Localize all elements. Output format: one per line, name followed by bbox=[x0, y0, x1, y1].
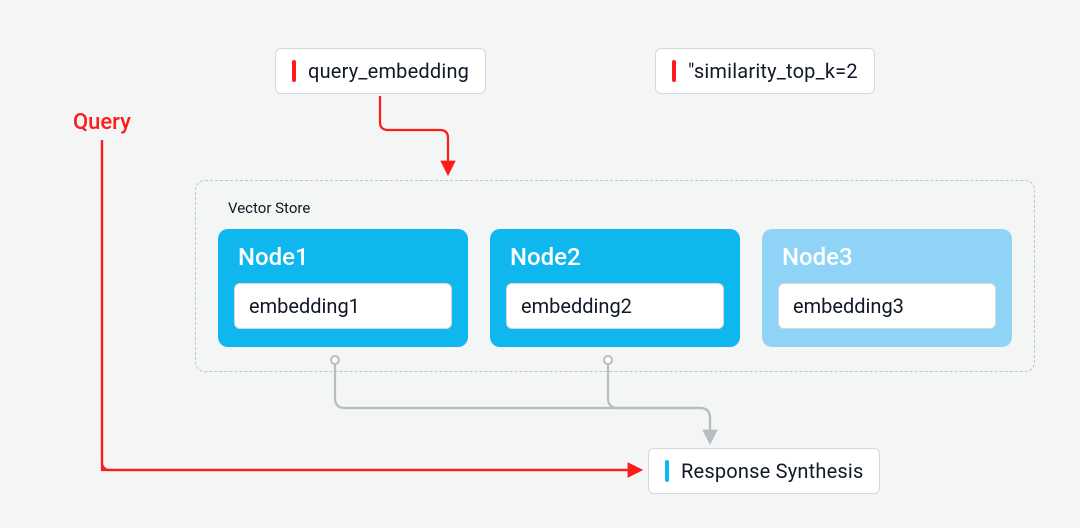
vector-store-container: Vector Store Node1 embedding1 Node2 embe… bbox=[195, 180, 1035, 372]
node-2-embedding: embedding2 bbox=[506, 283, 724, 329]
query-label: Query bbox=[73, 110, 131, 135]
accent-bar-icon bbox=[292, 60, 296, 82]
similarity-top-k-text: "similarity_top_k=2 bbox=[688, 59, 858, 83]
arrow-query-to-store bbox=[380, 96, 448, 173]
node-2-title: Node2 bbox=[510, 243, 724, 271]
connector-node1-to-response bbox=[335, 364, 710, 442]
node-2: Node2 embedding2 bbox=[490, 229, 740, 347]
response-synthesis-box: Response Synthesis bbox=[648, 448, 880, 494]
node-3-embedding: embedding3 bbox=[778, 283, 996, 329]
query-embedding-box: query_embedding bbox=[275, 48, 486, 94]
response-synthesis-text: Response Synthesis bbox=[681, 459, 863, 483]
node-3: Node3 embedding3 bbox=[762, 229, 1012, 347]
connector-node2-to-response bbox=[608, 364, 710, 442]
node-1-title: Node1 bbox=[238, 243, 452, 271]
query-embedding-text: query_embedding bbox=[308, 59, 469, 83]
node-3-title: Node3 bbox=[782, 243, 996, 271]
node-1: Node1 embedding1 bbox=[218, 229, 468, 347]
node-1-embedding: embedding1 bbox=[234, 283, 452, 329]
accent-bar-icon bbox=[665, 460, 669, 482]
vector-store-title: Vector Store bbox=[228, 199, 1012, 217]
similarity-top-k-box: "similarity_top_k=2 bbox=[655, 48, 875, 94]
nodes-row: Node1 embedding1 Node2 embedding2 Node3 … bbox=[218, 229, 1012, 347]
accent-bar-icon bbox=[672, 60, 676, 82]
